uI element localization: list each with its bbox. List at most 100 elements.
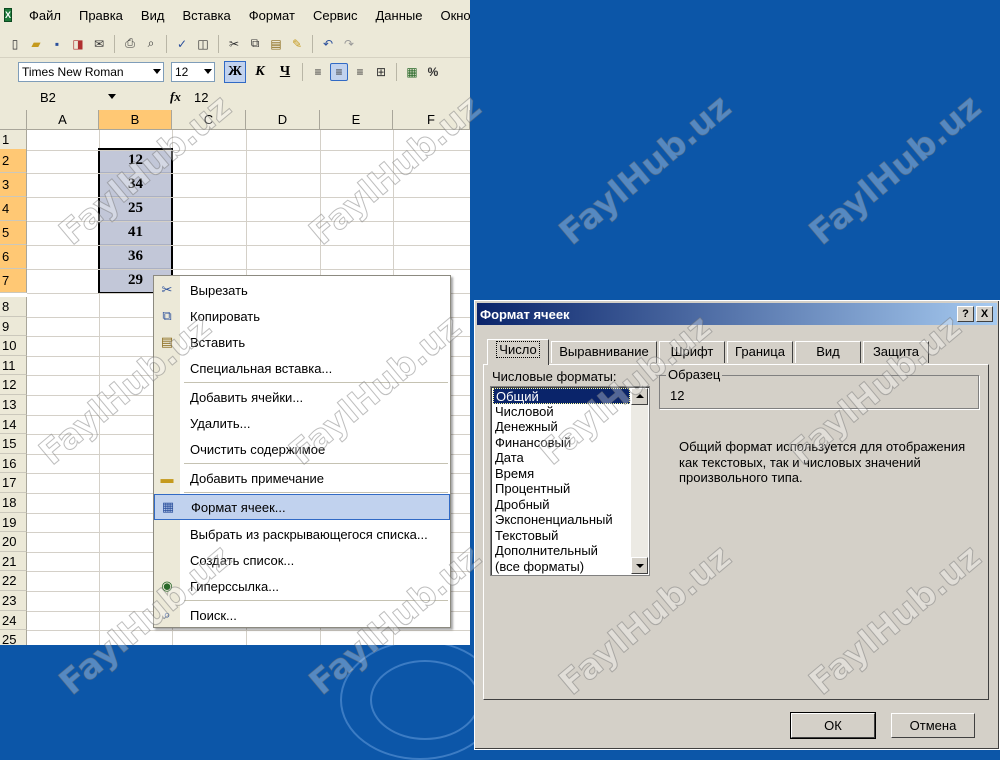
align-right-icon[interactable]: ≡ bbox=[351, 63, 369, 81]
menu-item-add-comment[interactable]: ▬ Добавить примечание bbox=[154, 465, 450, 491]
row-header-21[interactable]: 21 bbox=[0, 551, 27, 572]
column-header-d[interactable]: D bbox=[246, 110, 320, 130]
list-item[interactable]: Общий bbox=[493, 388, 630, 404]
row-header-9[interactable]: 9 bbox=[0, 316, 27, 337]
row-header-3[interactable]: 3 bbox=[0, 173, 27, 197]
tab-number[interactable]: Число bbox=[487, 339, 549, 365]
row-header-24[interactable]: 24 bbox=[0, 610, 27, 631]
print-icon[interactable]: ⎙ bbox=[121, 35, 139, 53]
menu-item-pick-from-list[interactable]: Выбрать из раскрывающегося списка... bbox=[154, 521, 450, 547]
row-header-13[interactable]: 13 bbox=[0, 395, 27, 415]
dialog-titlebar[interactable]: Формат ячеек ? X bbox=[477, 303, 997, 325]
permission-icon[interactable]: ◨ bbox=[69, 35, 87, 53]
row-header-20[interactable]: 20 bbox=[0, 532, 27, 552]
print-preview-icon[interactable]: ⌕ bbox=[142, 35, 160, 53]
column-header-f[interactable]: F bbox=[393, 110, 470, 130]
list-item[interactable]: Текстовый bbox=[493, 528, 630, 544]
copy-icon[interactable]: ⧉ bbox=[246, 35, 264, 53]
bold-button[interactable]: Ж bbox=[224, 61, 246, 83]
list-item[interactable]: Дробный bbox=[493, 497, 630, 513]
row-header-22[interactable]: 22 bbox=[0, 571, 27, 591]
corner-select-all[interactable] bbox=[0, 110, 27, 130]
menu-insert[interactable]: Вставка bbox=[173, 8, 239, 23]
listbox-scrollbar[interactable] bbox=[631, 388, 648, 574]
list-item[interactable]: Денежный bbox=[493, 419, 630, 435]
align-center-icon[interactable]: ≡ bbox=[330, 63, 348, 81]
open-icon[interactable]: ▰ bbox=[27, 35, 45, 53]
row-header-1[interactable]: 1 bbox=[0, 130, 27, 150]
undo-icon[interactable]: ↶ bbox=[319, 35, 337, 53]
menu-item-paste[interactable]: ▤ Вставить bbox=[154, 329, 450, 355]
row-header-16[interactable]: 16 bbox=[0, 453, 27, 474]
list-item[interactable]: Время bbox=[493, 466, 630, 482]
row-header-8[interactable]: 8 bbox=[0, 297, 27, 317]
currency-icon[interactable]: ▦ bbox=[403, 63, 421, 81]
new-icon[interactable]: ▯ bbox=[6, 35, 24, 53]
tab-patterns[interactable]: Вид bbox=[795, 341, 861, 363]
menu-item-create-list[interactable]: Создать список... bbox=[154, 547, 450, 573]
menu-item-insert-cells[interactable]: Добавить ячейки... bbox=[154, 384, 450, 410]
row-header-17[interactable]: 17 bbox=[0, 473, 27, 493]
menu-item-lookup[interactable]: ⌕ Поиск... bbox=[154, 602, 450, 628]
row-header-4[interactable]: 4 bbox=[0, 197, 27, 221]
cancel-button[interactable]: Отмена bbox=[891, 713, 975, 738]
menu-view[interactable]: Вид bbox=[132, 8, 174, 23]
row-header-6[interactable]: 6 bbox=[0, 245, 27, 269]
spelling-icon[interactable]: ✓ bbox=[173, 35, 191, 53]
row-header-18[interactable]: 18 bbox=[0, 493, 27, 513]
save-icon[interactable]: ▪ bbox=[48, 35, 66, 53]
menu-tools[interactable]: Сервис bbox=[304, 8, 367, 23]
italic-button[interactable]: К bbox=[249, 61, 271, 83]
row-header-12[interactable]: 12 bbox=[0, 375, 27, 395]
row-header-10[interactable]: 10 bbox=[0, 336, 27, 356]
row-header-7[interactable]: 7 bbox=[0, 269, 27, 293]
row-header-11[interactable]: 11 bbox=[0, 355, 27, 376]
list-item[interactable]: Числовой bbox=[493, 404, 630, 420]
column-header-e[interactable]: E bbox=[320, 110, 393, 130]
redo-icon[interactable]: ↷ bbox=[340, 35, 358, 53]
underline-button[interactable]: Ч bbox=[274, 61, 296, 83]
menu-file[interactable]: Файл bbox=[20, 8, 70, 23]
menu-item-copy[interactable]: ⧉ Копировать bbox=[154, 303, 450, 329]
list-item[interactable]: Процентный bbox=[493, 481, 630, 497]
help-button[interactable]: ? bbox=[957, 306, 974, 322]
list-item[interactable]: Дата bbox=[493, 450, 630, 466]
menu-item-clear-contents[interactable]: Очистить содержимое bbox=[154, 436, 450, 462]
menu-item-format-cells[interactable]: ▦ Формат ячеек... bbox=[154, 494, 450, 520]
excel-app-icon[interactable]: X bbox=[4, 8, 13, 22]
category-listbox[interactable]: Общий Числовой Денежный Финансовый Дата Время… bbox=[490, 386, 650, 576]
menu-format[interactable]: Формат bbox=[240, 8, 304, 23]
name-box[interactable]: B2 bbox=[2, 87, 120, 107]
tab-font[interactable]: Шрифт bbox=[659, 341, 725, 363]
close-button[interactable]: X bbox=[976, 306, 993, 322]
row-header-23[interactable]: 23 bbox=[0, 591, 27, 611]
list-item[interactable]: Дополнительный bbox=[493, 543, 630, 559]
font-name-select[interactable]: Times New Roman bbox=[18, 62, 164, 82]
merge-center-icon[interactable]: ⊞ bbox=[372, 63, 390, 81]
menu-item-paste-special[interactable]: Специальная вставка... bbox=[154, 355, 450, 381]
research-icon[interactable]: ◫ bbox=[194, 35, 212, 53]
menu-item-delete[interactable]: Удалить... bbox=[154, 410, 450, 436]
column-header-a[interactable]: A bbox=[27, 110, 99, 130]
column-header-b[interactable]: B bbox=[99, 110, 172, 130]
tab-alignment[interactable]: Выравнивание bbox=[551, 341, 657, 363]
tab-protection[interactable]: Защита bbox=[863, 341, 929, 363]
row-header-14[interactable]: 14 bbox=[0, 414, 27, 435]
ok-button[interactable]: ОК bbox=[790, 712, 876, 739]
menu-edit[interactable]: Правка bbox=[70, 8, 132, 23]
scroll-down-button[interactable] bbox=[631, 557, 648, 574]
formula-input[interactable]: 12 bbox=[190, 90, 208, 105]
email-icon[interactable]: ✉ bbox=[90, 35, 108, 53]
cut-icon[interactable]: ✂ bbox=[225, 35, 243, 53]
scroll-up-button[interactable] bbox=[631, 388, 648, 405]
font-size-select[interactable]: 12 bbox=[171, 62, 215, 82]
list-item[interactable]: (все форматы) bbox=[493, 559, 630, 575]
row-header-5[interactable]: 5 bbox=[0, 221, 27, 245]
menu-item-cut[interactable]: ✂ Вырезать bbox=[154, 277, 450, 303]
list-item[interactable]: Финансовый bbox=[493, 435, 630, 451]
menu-item-hyperlink[interactable]: ◉ Гиперссылка... bbox=[154, 573, 450, 599]
row-header-25[interactable]: 25 bbox=[0, 630, 27, 645]
percent-button[interactable]: % bbox=[424, 63, 442, 81]
tab-border[interactable]: Граница bbox=[727, 341, 793, 363]
list-item[interactable]: Экспоненциальный bbox=[493, 512, 630, 528]
